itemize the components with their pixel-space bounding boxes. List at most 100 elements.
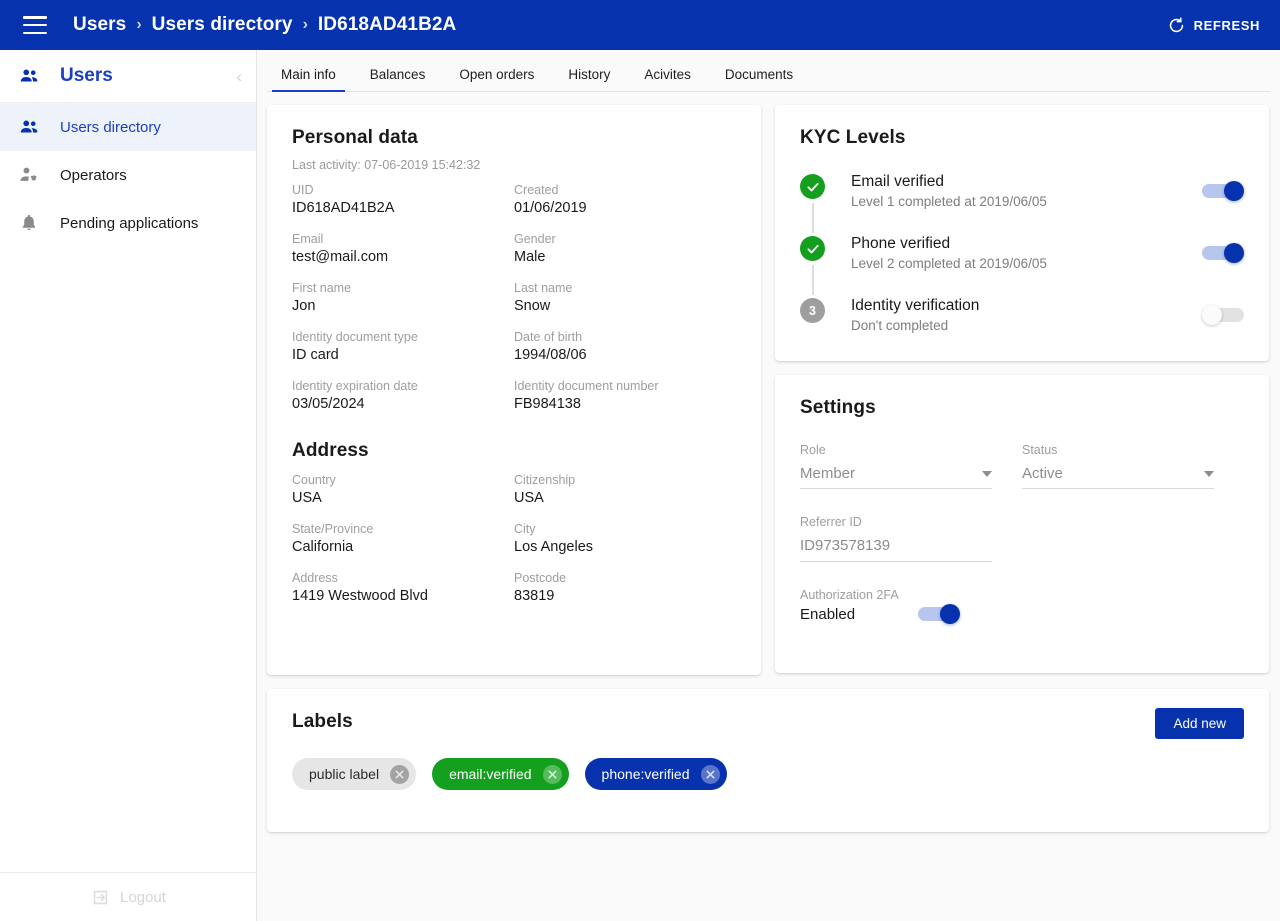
kyc-toggle-email[interactable] bbox=[1202, 181, 1244, 201]
field-value: USA bbox=[292, 490, 322, 506]
label-chip-phone-verified[interactable]: phone:verified bbox=[584, 758, 727, 790]
remove-chip-icon[interactable] bbox=[390, 764, 410, 784]
sidebar-item-operators[interactable]: Operators bbox=[0, 151, 256, 199]
main-grid: Personal data Last activity: 07-06-2019 … bbox=[257, 92, 1280, 675]
status-field: Status Active bbox=[1022, 443, 1244, 489]
field-value: Los Angeles bbox=[514, 539, 594, 555]
field-first-name: First name Jon bbox=[292, 281, 514, 314]
sidebar-item-users-directory[interactable]: Users directory bbox=[0, 103, 256, 151]
add-new-button[interactable]: Add new bbox=[1155, 708, 1244, 739]
chip-label: email:verified bbox=[449, 766, 532, 782]
two-fa-field: Authorization 2FA Enabled bbox=[800, 588, 1244, 624]
settings-spacer bbox=[1022, 515, 1244, 562]
field-last-name: Last name Snow bbox=[514, 281, 736, 314]
chevron-right-icon: › bbox=[302, 16, 308, 33]
tab-documents[interactable]: Documents bbox=[725, 67, 793, 91]
field-value: 03/05/2024 bbox=[292, 396, 365, 412]
field-label: Identity document number bbox=[514, 379, 659, 393]
two-fa-row: Enabled bbox=[800, 604, 1214, 624]
sidebar-item-pending-applications[interactable]: Pending applications bbox=[0, 199, 256, 247]
sidebar: Users ‹ Users directory Operators Pendin… bbox=[0, 50, 257, 921]
kyc-text: Email verified Level 1 completed at 2019… bbox=[851, 173, 1202, 209]
field-country: Country USA bbox=[292, 473, 514, 506]
step-number-badge: 3 bbox=[800, 298, 825, 323]
chevron-left-icon[interactable]: ‹ bbox=[236, 68, 242, 85]
labels-chip-list: public label email:verified phone:verifi… bbox=[292, 758, 1244, 790]
chevron-right-icon: › bbox=[136, 16, 142, 33]
chip-label: public label bbox=[309, 766, 380, 782]
field-value: California bbox=[292, 539, 354, 555]
kyc-level-title: Identity verification bbox=[851, 297, 980, 314]
hamburger-icon[interactable] bbox=[23, 16, 47, 34]
kyc-toggle-identity[interactable] bbox=[1202, 305, 1244, 325]
personal-fields: UID ID618AD41B2A Created 01/06/2019 Emai… bbox=[292, 183, 736, 428]
field-identity-expiration-date: Identity expiration date 03/05/2024 bbox=[292, 379, 514, 412]
logout-icon bbox=[91, 888, 110, 907]
address-fields: Country USA Citizenship USA State/Provin… bbox=[292, 473, 736, 620]
remove-chip-icon[interactable] bbox=[700, 764, 720, 784]
two-fa-value: Enabled bbox=[800, 605, 856, 623]
chevron-down-icon bbox=[982, 470, 992, 477]
tab-balances[interactable]: Balances bbox=[370, 67, 426, 91]
check-circle-icon bbox=[800, 174, 825, 199]
refresh-button[interactable]: REFRESH bbox=[1167, 16, 1260, 35]
field-state-province: State/Province California bbox=[292, 522, 514, 555]
kyc-text: Identity verification Don't completed bbox=[851, 297, 1202, 333]
status-value: Active bbox=[1022, 465, 1063, 482]
logout-button[interactable]: Logout bbox=[0, 872, 257, 921]
label-chip-public-label[interactable]: public label bbox=[292, 758, 417, 790]
breadcrumb-item-user-id[interactable]: ID618AD41B2A bbox=[318, 14, 457, 36]
breadcrumb-item-users[interactable]: Users bbox=[73, 14, 126, 36]
field-label: State/Province bbox=[292, 522, 374, 536]
label-chip-email-verified[interactable]: email:verified bbox=[432, 758, 569, 790]
referrer-id-field: Referrer ID ID973578139 bbox=[800, 515, 1022, 562]
kyc-connector-line bbox=[812, 265, 814, 295]
tab-acivites[interactable]: Acivites bbox=[644, 67, 691, 91]
field-label: Country bbox=[292, 473, 336, 487]
status-select[interactable]: Active bbox=[1022, 465, 1214, 489]
role-label: Role bbox=[800, 443, 826, 457]
chevron-down-icon bbox=[1204, 470, 1214, 477]
kyc-level-title: Email verified bbox=[851, 173, 945, 190]
address-title: Address bbox=[292, 440, 369, 461]
field-value: ID618AD41B2A bbox=[292, 200, 395, 216]
field-label: Identity document type bbox=[292, 330, 418, 344]
field-value: Snow bbox=[514, 298, 551, 314]
referrer-id-input[interactable]: ID973578139 bbox=[800, 537, 992, 562]
settings-grid: Role Member Status Active Referrer ID ID… bbox=[800, 443, 1244, 624]
field-value: 1994/08/06 bbox=[514, 347, 587, 363]
kyc-toggle-phone[interactable] bbox=[1202, 243, 1244, 263]
field-label: First name bbox=[292, 281, 352, 295]
tab-main-info[interactable]: Main info bbox=[272, 67, 345, 92]
sidebar-title: Users bbox=[60, 65, 113, 86]
two-fa-toggle[interactable] bbox=[918, 604, 961, 624]
settings-card: Settings Role Member Status Active Refer… bbox=[775, 375, 1269, 673]
field-postcode: Postcode 83819 bbox=[514, 571, 736, 604]
role-select[interactable]: Member bbox=[800, 465, 992, 489]
field-identity-document-number: Identity document number FB984138 bbox=[514, 379, 736, 412]
field-label: City bbox=[514, 522, 536, 536]
remove-chip-icon[interactable] bbox=[542, 764, 562, 784]
tab-open-orders[interactable]: Open orders bbox=[459, 67, 534, 91]
logout-label: Logout bbox=[120, 888, 166, 906]
personal-data-card: Personal data Last activity: 07-06-2019 … bbox=[267, 105, 761, 675]
refresh-label: REFRESH bbox=[1193, 17, 1260, 33]
kyc-level-subtitle: Don't completed bbox=[851, 318, 949, 333]
tab-history[interactable]: History bbox=[568, 67, 610, 91]
field-label: Citizenship bbox=[514, 473, 576, 487]
sidebar-header: Users ‹ bbox=[0, 50, 256, 103]
settings-title: Settings bbox=[800, 397, 876, 418]
tab-bar: Main info Balances Open orders History A… bbox=[267, 50, 1270, 92]
breadcrumb: Users › Users directory › ID618AD41B2A bbox=[73, 14, 456, 36]
labels-title: Labels bbox=[292, 711, 353, 732]
right-column: KYC Levels Email verified Level 1 comple… bbox=[775, 105, 1269, 673]
field-label: Last name bbox=[514, 281, 573, 295]
breadcrumb-item-users-directory[interactable]: Users directory bbox=[152, 14, 293, 36]
field-value: 01/06/2019 bbox=[514, 200, 587, 216]
field-city: City Los Angeles bbox=[514, 522, 736, 555]
field-label: Gender bbox=[514, 232, 556, 246]
field-label: Address bbox=[292, 571, 338, 585]
sidebar-item-label: Operators bbox=[60, 166, 127, 184]
field-value: USA bbox=[514, 490, 544, 506]
kyc-title: KYC Levels bbox=[800, 127, 906, 148]
